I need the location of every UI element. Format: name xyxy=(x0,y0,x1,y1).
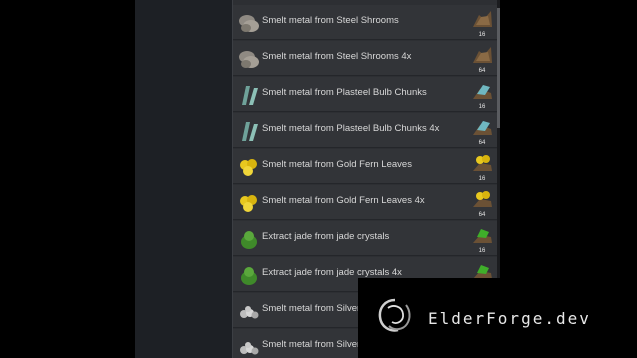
recipe-row-gold-fern-4x[interactable]: Smelt metal from Gold Fern Leaves 4x 64 xyxy=(233,185,499,220)
steel-ore-pile-icon: 64 xyxy=(471,43,493,74)
recipe-label: Extract jade from jade crystals xyxy=(262,231,390,242)
recipe-label: Smelt metal from Plasteel Bulb Chunks xyxy=(262,87,427,98)
side-panel xyxy=(135,0,232,358)
product-count: 64 xyxy=(478,212,486,218)
recipe-label: Smelt metal from Gold Fern Leaves xyxy=(262,159,412,170)
plasteel-pile-icon: 16 xyxy=(471,79,493,110)
recipe-label: Smelt metal from Steel Shrooms 4x xyxy=(262,51,412,62)
product-count: 16 xyxy=(478,176,486,182)
gold-fern-leaf-icon xyxy=(237,191,261,215)
jade-crystal-icon xyxy=(237,263,261,287)
recipe-label: Extract jade from jade crystals 4x xyxy=(262,267,402,278)
recipe-label: Smelt metal from Plasteel Bulb Chunks 4x xyxy=(262,123,440,134)
steel-shroom-icon xyxy=(237,11,261,35)
plasteel-bulb-chunk-icon xyxy=(237,119,261,143)
watermark: ElderForge.dev xyxy=(358,278,637,358)
gold-fern-leaf-icon xyxy=(237,155,261,179)
product-count: 64 xyxy=(478,140,486,146)
plasteel-pile-icon: 64 xyxy=(471,115,493,146)
gold-pile-icon: 64 xyxy=(471,187,493,218)
recipe-label: Smelt metal from Silver xyxy=(262,303,361,314)
recipe-label: Smelt metal from Silver xyxy=(262,339,361,350)
brand-text: ElderForge.dev xyxy=(428,309,591,328)
recipe-row-jade[interactable]: Extract jade from jade crystals 16 xyxy=(233,221,499,256)
product-count: 16 xyxy=(478,248,486,254)
product-count: 64 xyxy=(478,68,486,74)
gold-pile-icon: 16 xyxy=(471,151,493,182)
silver-nugget-icon xyxy=(237,299,261,323)
recipe-row-gold-fern[interactable]: Smelt metal from Gold Fern Leaves 16 xyxy=(233,149,499,184)
recipe-label: Smelt metal from Gold Fern Leaves 4x xyxy=(262,195,425,206)
recipe-label: Smelt metal from Steel Shrooms xyxy=(262,15,399,26)
steel-ore-pile-icon: 16 xyxy=(471,7,493,38)
recipe-row-steel-shrooms[interactable]: Smelt metal from Steel Shrooms 16 xyxy=(233,5,499,40)
silver-nugget-icon xyxy=(237,335,261,358)
plasteel-bulb-chunk-icon xyxy=(237,83,261,107)
scrollbar-thumb[interactable] xyxy=(497,8,500,128)
product-count: 16 xyxy=(478,104,486,110)
product-count: 16 xyxy=(478,32,486,38)
recipe-row-plasteel-bulb-4x[interactable]: Smelt metal from Plasteel Bulb Chunks 4x… xyxy=(233,113,499,148)
recipe-row-plasteel-bulb[interactable]: Smelt metal from Plasteel Bulb Chunks 16 xyxy=(233,77,499,112)
steel-shroom-icon xyxy=(237,47,261,71)
swirl-logo-icon xyxy=(376,296,414,336)
jade-crystal-icon xyxy=(237,227,261,251)
jade-pile-icon: 16 xyxy=(471,223,493,254)
recipe-row-steel-shrooms-4x[interactable]: Smelt metal from Steel Shrooms 4x 64 xyxy=(233,41,499,76)
